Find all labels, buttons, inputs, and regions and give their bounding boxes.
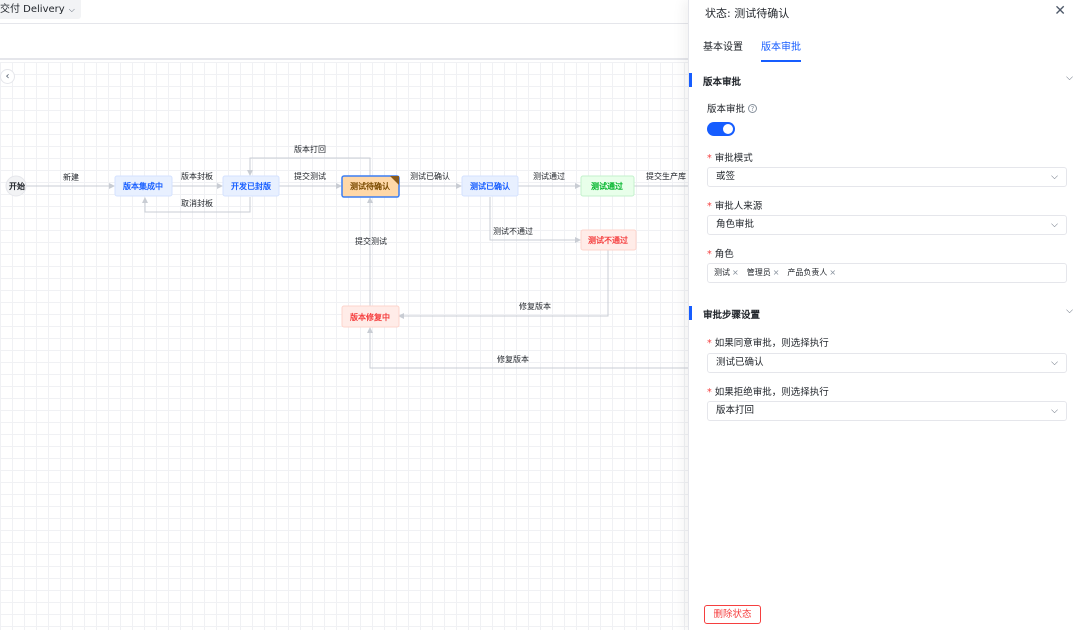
edge-label-fix1: 修复版本 [519,301,551,311]
on-reject-value: 版本打回 [716,405,755,416]
role-tag-label: 管理员 [746,268,771,277]
close-icon[interactable]: ✕ [1054,3,1066,19]
chevron-down-icon: ⌵ [1051,358,1058,368]
role-tag: 测试 × [712,267,741,279]
approval-mode-text: 审批模式 [714,153,753,164]
node-label-test-passed: 测试通过 [591,181,623,191]
edge-label-to-prod: 提交生产库 [646,171,686,181]
section-title: 审批步骤设置 [703,310,761,321]
node-label-test-pending: 测试待确认 [350,181,391,191]
on-reject-select[interactable]: 版本打回 ⌵ [707,401,1067,421]
on-approve-text: 如果同意审批，则选择执行 [714,338,829,349]
remove-tag-icon[interactable]: × [732,268,739,277]
remove-tag-icon[interactable]: × [829,268,836,277]
edge-label-new: 新建 [63,172,79,182]
node-test-confirmed[interactable]: 测试已确认 [461,175,519,197]
edge-label-fix2: 修复版本 [497,354,529,364]
on-approve-label: * 如果同意审批，则选择执行 [707,338,829,349]
edge-label-submit-test: 提交测试 [294,171,326,181]
section-version-approval[interactable]: 版本审批 ⌵ [689,73,1080,88]
node-start[interactable]: 开始 [5,175,27,197]
role-tag: 管理员 × [745,267,782,279]
edge-label-seal: 版本封板 [181,171,213,181]
role-tag-label: 测试 [714,268,730,277]
chevron-down-icon[interactable]: ⌵ [1066,306,1073,316]
tab-basic-settings[interactable]: 基本设置 [703,38,743,62]
chevron-down-icon[interactable]: ⌵ [1066,73,1073,83]
workflow-diagram: 新建 版本封板 取消封板 版本打回 提交测试 测试已确认 测试通过 提交生产库 … [5,144,688,369]
node-integrating[interactable]: 版本集成中 [114,175,173,197]
edge-label-fail: 测试不通过 [493,226,533,236]
role-multiselect[interactable]: 测试 × 管理员 × 产品负责人 × [707,263,1067,283]
remove-tag-icon[interactable]: × [773,268,780,277]
approver-source-select[interactable]: 角色审批 ⌵ [707,215,1067,235]
node-label-dev-sealed: 开发已封版 [231,181,271,191]
section-title: 版本审批 [703,77,742,88]
edge-fix1 [398,250,609,319]
toggle-knob [723,124,733,134]
state-settings-panel: 状态: 测试待确认 ✕ 基本设置 版本审批 版本审批 ⌵ 版本审批? * 审批模式… [688,0,1080,630]
role-tag: 产品负责人 × [785,267,838,279]
chevron-down-icon: ⌵ [1051,172,1058,182]
edge-label-unseal: 取消封板 [181,198,213,208]
node-label-fixing: 版本修复中 [349,312,390,322]
node-label-test-confirmed: 测试已确认 [470,181,511,191]
approval-mode-select[interactable]: 或签 ⌵ [707,167,1067,187]
node-label-start: 开始 [9,181,25,191]
edge-label-resubmit: 提交测试 [355,236,387,246]
edge-label-confirm: 测试已确认 [410,171,450,181]
on-approve-select[interactable]: 测试已确认 ⌵ [707,353,1067,373]
tab-version-approval[interactable]: 版本审批 [761,38,801,62]
approver-source-text: 审批人来源 [714,201,763,212]
approval-toggle-label: 版本审批? [707,101,758,115]
approval-toggle-text: 版本审批 [707,104,746,115]
role-tag-label: 产品负责人 [787,268,828,277]
approver-source-label: * 审批人来源 [707,201,763,212]
section-accent [689,306,692,320]
chevron-down-icon: ⌵ [1051,220,1058,230]
chevron-down-icon: ⌵ [1051,406,1058,416]
on-approve-value: 测试已确认 [716,357,764,368]
edge-fix2 [367,327,688,369]
approval-mode-label: * 审批模式 [707,153,753,164]
role-label: * 角色 [707,249,734,260]
role-text: 角色 [714,249,734,260]
approval-toggle[interactable] [707,122,735,136]
approval-mode-value: 或签 [716,171,736,182]
on-reject-label: * 如果拒绝审批，则选择执行 [707,387,829,398]
help-icon[interactable]: ? [748,104,758,113]
node-test-passed[interactable]: 测试通过 [580,175,635,197]
node-label-integrating: 版本集成中 [122,181,163,191]
panel-tabs: 基本设置 版本审批 [703,38,801,62]
approver-source-value: 角色审批 [716,219,755,230]
node-dev-sealed[interactable]: 开发已封版 [222,175,280,197]
node-test-pending[interactable]: 测试待确认 [341,175,400,198]
node-label-test-failed: 测试不通过 [588,235,628,245]
section-accent [689,73,692,87]
delete-state-button[interactable]: 删除状态 [704,605,761,624]
edge-label-pass: 测试通过 [533,171,565,181]
node-test-failed[interactable]: 测试不通过 [580,229,637,251]
panel-title: 状态: 测试待确认 [705,7,790,20]
section-approval-steps[interactable]: 审批步骤设置 ⌵ [689,306,1080,321]
on-reject-text: 如果拒绝审批，则选择执行 [714,387,829,398]
node-fixing[interactable]: 版本修复中 [341,305,400,328]
edge-label-reject-back: 版本打回 [294,144,326,154]
